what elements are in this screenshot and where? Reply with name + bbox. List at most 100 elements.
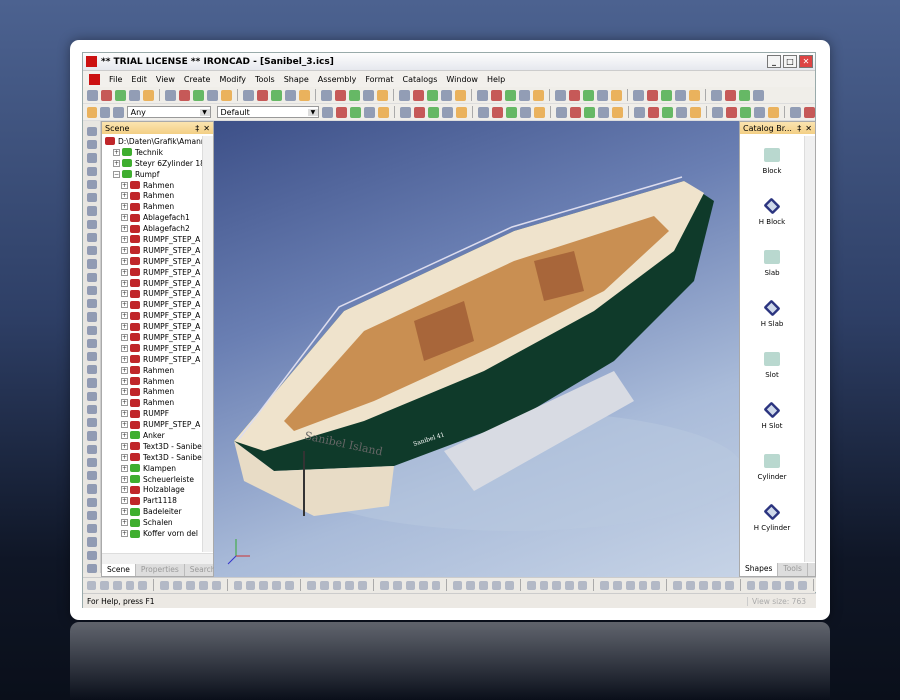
expand-toggle-icon[interactable]: + [121,410,128,418]
toolbar-button-icon[interactable] [321,89,332,101]
catalog-item[interactable]: Cylinder [740,442,804,493]
menu-format[interactable]: Format [365,75,393,84]
toolbar-button-icon[interactable] [115,89,126,101]
tree-item[interactable]: + Part1118 [102,495,202,506]
tool-icon[interactable] [86,232,97,243]
tool-icon[interactable] [86,127,97,137]
tool-icon[interactable] [86,219,97,229]
toolbar-button-icon[interactable] [101,89,112,101]
tree-item[interactable]: + Holzablage [102,485,202,496]
toolbar-button-icon[interactable] [441,106,453,118]
tree-item[interactable]: + Badeleiter [102,506,202,517]
expand-toggle-icon[interactable]: + [121,290,128,298]
tab-properties[interactable]: Properties [136,564,185,576]
toolbar-button-icon[interactable] [306,580,316,590]
toolbar-button-icon[interactable] [349,89,360,101]
expand-toggle-icon[interactable]: + [121,497,128,505]
tree-item[interactable]: + Ablagefach2 [102,223,202,234]
tree-item[interactable]: + RUMPF_STEP_A [102,267,202,278]
toolbar-button-icon[interactable] [583,89,594,101]
expand-toggle-icon[interactable]: + [121,399,128,407]
tree-item[interactable]: + RUMPF_STEP_A [102,299,202,310]
toolbar-button-icon[interactable] [759,580,769,590]
toolbar-button-icon[interactable] [633,106,645,118]
toolbar-button-icon[interactable] [233,580,243,590]
tree-item[interactable]: + RUMPF [102,408,202,419]
expand-toggle-icon[interactable]: + [121,225,128,233]
toolbar-button-icon[interactable] [611,106,623,118]
toolbar-button-icon[interactable] [143,89,154,101]
toolbar-button-icon[interactable] [285,89,296,101]
expand-toggle-icon[interactable]: + [121,421,128,429]
tool-icon[interactable] [86,444,97,454]
expand-toggle-icon[interactable]: + [121,181,128,189]
tool-icon[interactable] [86,285,97,296]
tree-item[interactable]: + Steyr 6Zylinder 180 [102,158,202,169]
toolbar-button-icon[interactable] [753,106,765,118]
style-select[interactable]: Default ▼ [216,106,319,118]
close-icon[interactable]: ✕ [805,124,812,133]
toolbar-button-icon[interactable] [299,89,310,101]
catalog-item[interactable]: Slot [740,340,804,391]
toolbar-button-icon[interactable] [803,106,815,118]
toolbar-button-icon[interactable] [221,89,232,101]
toolbar-button-icon[interactable] [405,580,415,590]
toolbar-button-icon[interactable] [477,106,489,118]
toolbar-button-icon[interactable] [711,580,721,590]
toolbar-button-icon[interactable] [193,89,204,101]
filter-select[interactable]: Any ▼ [126,106,211,118]
expand-toggle-icon[interactable]: − [113,170,120,178]
tree-item[interactable]: + RUMPF_STEP_A [102,278,202,289]
expand-toggle-icon[interactable]: + [121,279,128,287]
toolbar-button-icon[interactable] [789,106,801,118]
expand-toggle-icon[interactable]: + [121,486,128,494]
tree-item[interactable]: + Klampen [102,463,202,474]
toolbar-button-icon[interactable] [647,89,658,101]
tree-item[interactable]: + Technik [102,147,202,158]
tree-item[interactable]: + RUMPF_STEP_A [102,288,202,299]
tree-item[interactable]: + Text3D - Sanibe [102,452,202,463]
menu-assembly[interactable]: Assembly [318,75,357,84]
toolbar-button-icon[interactable] [772,580,782,590]
expand-toggle-icon[interactable]: + [113,148,120,156]
expand-toggle-icon[interactable]: + [121,508,128,516]
catalog-item[interactable]: H Cylinder [740,493,804,544]
tool-icon[interactable] [86,179,97,190]
expand-toggle-icon[interactable]: + [121,301,128,309]
toolbar-button-icon[interactable] [271,89,282,101]
tool-icon[interactable] [86,378,97,388]
tree-item[interactable]: + RUMPF_STEP_A [102,310,202,321]
toolbar-button-icon[interactable] [797,580,807,590]
toolbar-button-icon[interactable] [455,106,467,118]
catalog-item[interactable]: H Block [740,187,804,238]
tool-icon[interactable] [86,524,97,534]
toolbar-button-icon[interactable] [565,580,575,590]
toolbar-button-icon[interactable] [675,106,687,118]
expand-toggle-icon[interactable]: + [121,519,128,527]
toolbar-button-icon[interactable] [112,580,122,590]
tree-item[interactable]: + Text3D - Sanibe [102,441,202,452]
tree-item[interactable]: + Rahmen [102,397,202,408]
menu-view[interactable]: View [156,75,175,84]
tree-item[interactable]: + Ablagefach1 [102,212,202,223]
minimize-button[interactable]: _ [767,55,781,68]
catalog-scrollbar[interactable] [804,136,815,562]
expand-toggle-icon[interactable]: + [121,377,128,385]
tool-icon[interactable] [86,272,97,282]
tree-item[interactable]: + RUMPF_STEP_A [102,343,202,354]
tool-icon[interactable] [86,497,97,507]
toolbar-button-icon[interactable] [399,89,410,101]
expand-toggle-icon[interactable]: + [121,366,128,374]
tab-scene[interactable]: Scene [102,564,136,576]
expand-toggle-icon[interactable]: + [121,257,128,265]
toolbar-button-icon[interactable] [753,89,764,101]
toolbar-button-icon[interactable] [259,580,269,590]
tree-item[interactable]: + RUMPF_STEP_A [102,245,202,256]
toolbar-button-icon[interactable] [380,580,389,590]
toolbar-button-icon[interactable] [125,580,135,590]
tree-item[interactable]: + RUMPF_STEP_A [102,419,202,430]
expand-toggle-icon[interactable]: + [121,355,128,363]
toolbar-button-icon[interactable] [246,580,256,590]
menu-create[interactable]: Create [184,75,211,84]
expand-toggle-icon[interactable]: + [121,235,128,243]
